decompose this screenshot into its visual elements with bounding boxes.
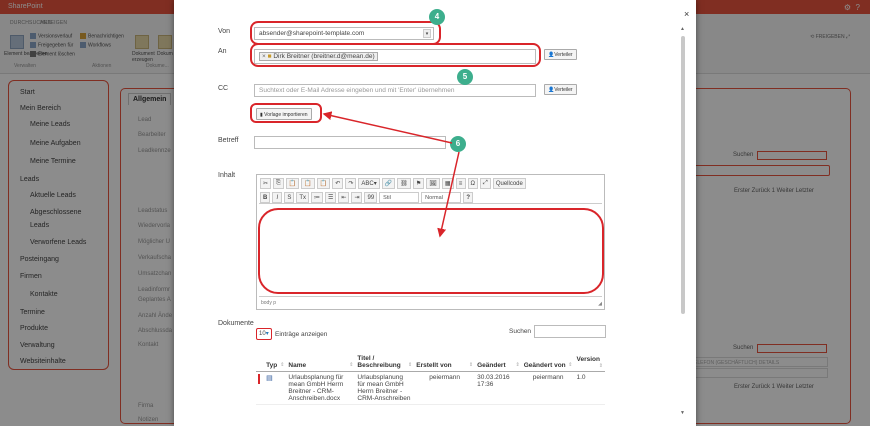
- annotation-arrows: [322, 111, 460, 238]
- arrow-to-template: [322, 111, 453, 144]
- arrow-to-editor: [437, 151, 460, 238]
